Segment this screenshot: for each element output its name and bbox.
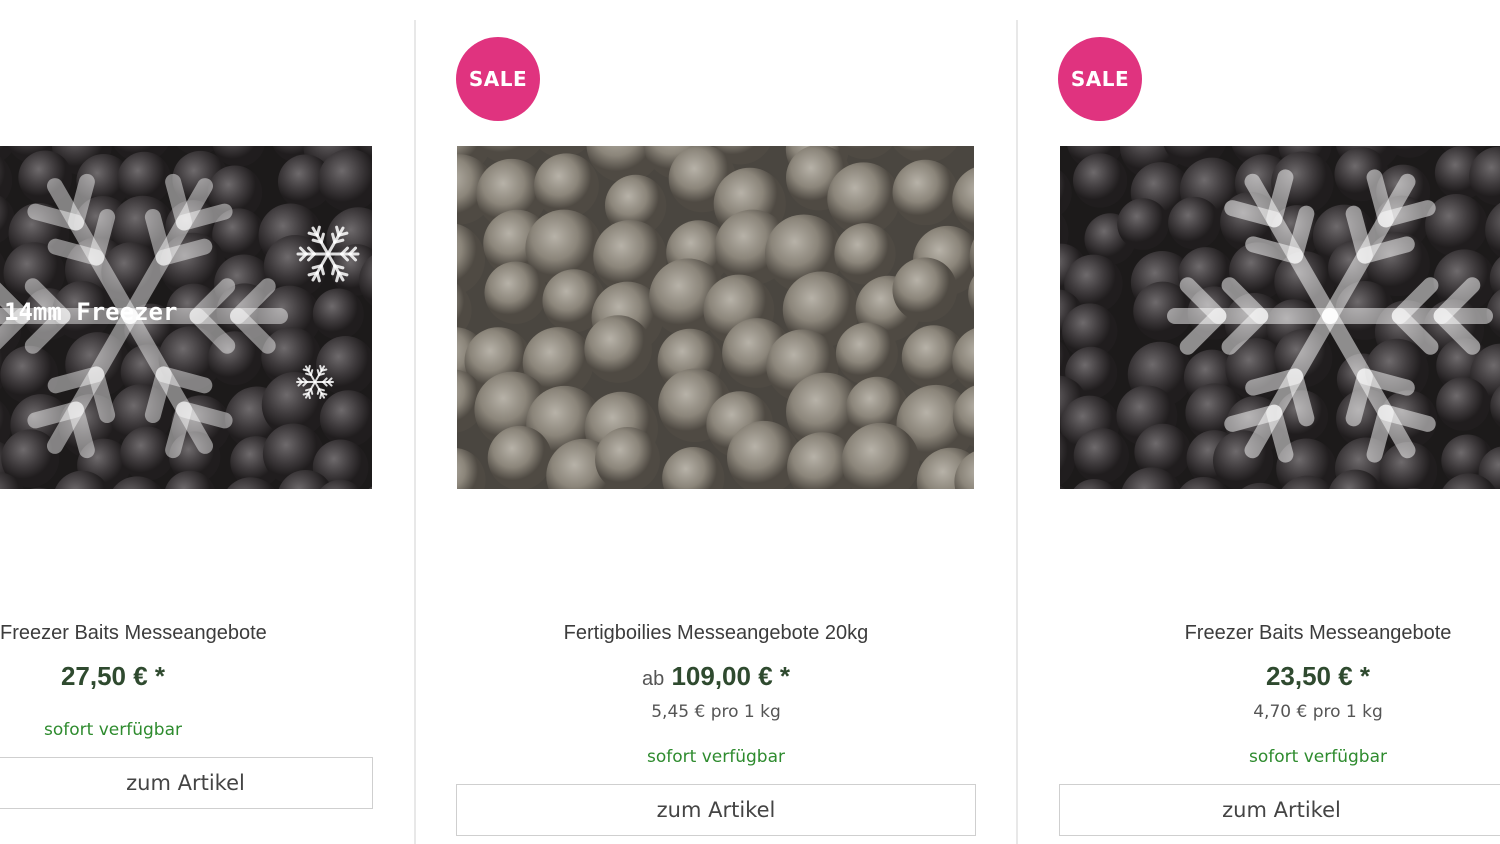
- product-title[interactable]: Fertigboilies Messeangebote 20kg: [416, 622, 1016, 645]
- product-title[interactable]: Freezer Baits Messeangebote: [0, 622, 300, 645]
- boilie-photo-light: [457, 146, 974, 489]
- product-image-1[interactable]: 14mm Freezer: [0, 146, 372, 489]
- to-article-button[interactable]: zum Artikel: [456, 784, 976, 836]
- price-prefix: ab: [641, 668, 665, 690]
- availability-status: sofort verfügbar: [647, 747, 785, 767]
- product-card-1: 14mm Freezer Freezer Baits Messeangebote…: [0, 0, 414, 844]
- product-image-3[interactable]: [1060, 146, 1500, 489]
- boilie-photo-dark: [1060, 146, 1500, 489]
- price-value: 23,50 € *: [1265, 661, 1371, 691]
- to-article-button[interactable]: zum Artikel: [1059, 784, 1500, 836]
- unit-price: 4,70 € pro 1 kg: [1253, 702, 1383, 722]
- unit-price: 5,45 € pro 1 kg: [651, 702, 781, 722]
- product-price: 27,50 € *: [0, 661, 226, 692]
- product-price: ab 109,00 € *: [416, 661, 1016, 692]
- sale-badge: SALE: [456, 37, 540, 121]
- price-value: 27,50 € *: [60, 661, 166, 691]
- product-title[interactable]: Freezer Baits Messeangebote: [1058, 622, 1500, 645]
- price-value: 109,00 € *: [671, 661, 791, 691]
- product-image-2[interactable]: [457, 146, 974, 489]
- sale-badge: SALE: [1058, 37, 1142, 121]
- to-article-button[interactable]: zum Artikel: [0, 757, 373, 809]
- image-overlay-text: 14mm Freezer: [4, 298, 178, 326]
- availability-status: sofort verfügbar: [44, 720, 182, 740]
- product-price: 23,50 € *: [1058, 661, 1500, 692]
- product-card-3: SALE Freezer Baits Messeangebote 23,50 €…: [1018, 0, 1500, 844]
- product-card-2: SALE Fertigboilies Messeangebote 20kg ab…: [416, 0, 1016, 844]
- availability-status: sofort verfügbar: [1249, 747, 1387, 767]
